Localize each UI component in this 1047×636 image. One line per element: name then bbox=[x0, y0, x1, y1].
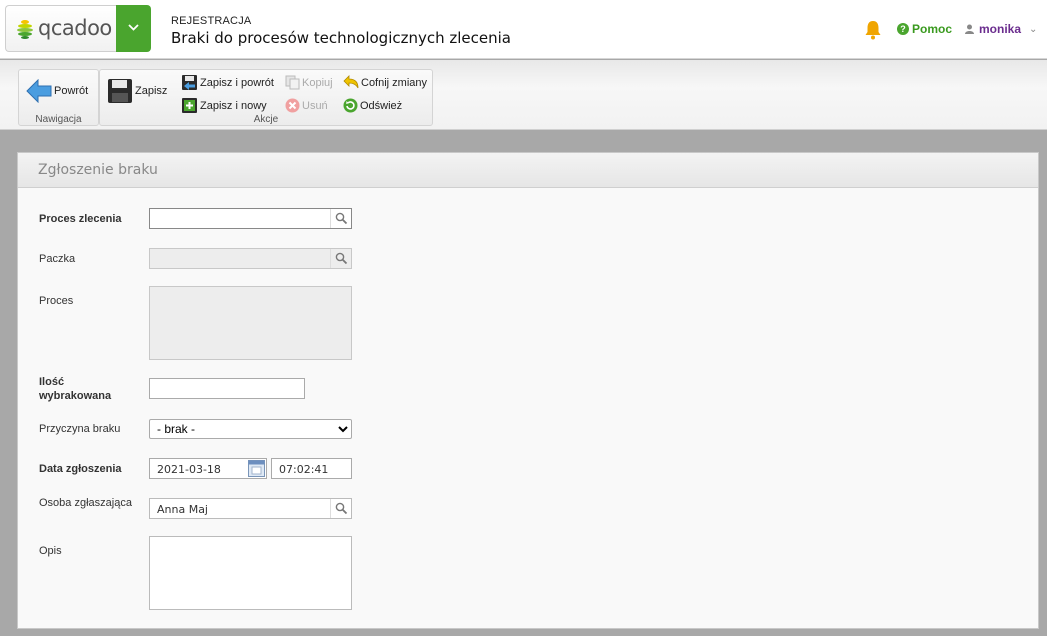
save-and-new-label: Zapisz i nowy bbox=[200, 99, 267, 112]
process-order-lookup[interactable] bbox=[149, 208, 352, 229]
package-label: Paczka bbox=[39, 253, 76, 265]
save-and-back-button[interactable]: Zapisz i powrót bbox=[182, 75, 274, 90]
description-label: Opis bbox=[39, 545, 62, 557]
help-link[interactable]: ? Pomoc bbox=[897, 22, 952, 36]
save-back-icon bbox=[182, 75, 197, 90]
user-icon bbox=[965, 24, 974, 34]
user-menu[interactable]: monika ⌄ bbox=[965, 22, 1037, 36]
calendar-button[interactable] bbox=[248, 460, 265, 477]
search-icon bbox=[335, 212, 348, 225]
page-title: Braki do procesów technologicznych zlece… bbox=[171, 29, 511, 47]
reporter-label: Osoba zgłaszająca bbox=[39, 497, 132, 509]
reporter-value: Anna Maj bbox=[157, 503, 208, 516]
copy-button[interactable]: Kopiuj bbox=[285, 75, 333, 90]
process-order-label: Proces zlecenia bbox=[39, 213, 122, 225]
user-name: monika bbox=[979, 22, 1022, 36]
delete-button[interactable]: Usuń bbox=[285, 98, 328, 113]
quantity-label-line2: wybrakowana bbox=[39, 390, 112, 402]
search-icon bbox=[335, 502, 348, 515]
quantity-label: Ilość wybrakowana bbox=[39, 375, 111, 403]
chevron-down-icon: ⌄ bbox=[1029, 23, 1038, 35]
undo-changes-label: Cofnij zmiany bbox=[361, 76, 428, 89]
ribbon-toolbar: Powrót Nawigacja Zapisz Zapisz i powrót bbox=[0, 60, 1047, 130]
main-menu-button[interactable] bbox=[116, 5, 151, 52]
save-new-icon bbox=[182, 98, 197, 113]
report-time-input[interactable]: 07:02:41 bbox=[271, 458, 352, 479]
process-textarea bbox=[149, 286, 352, 360]
report-date-input[interactable]: 2021-03-18 bbox=[149, 458, 267, 479]
save-button[interactable]: Zapisz bbox=[107, 78, 167, 104]
search-icon bbox=[335, 252, 348, 265]
delete-icon bbox=[285, 98, 300, 113]
form-panel: Zgłoszenie braku Proces zlecenia Paczka … bbox=[17, 152, 1039, 629]
save-and-new-button[interactable]: Zapisz i nowy bbox=[182, 98, 267, 113]
back-label: Powrót bbox=[54, 85, 89, 97]
save-and-back-label: Zapisz i powrót bbox=[200, 76, 274, 89]
copy-icon bbox=[285, 75, 300, 90]
ribbon-group-actions: Zapisz Zapisz i powrót Zapisz i nowy Kop… bbox=[99, 69, 433, 126]
reason-select[interactable]: - brak - bbox=[149, 419, 352, 439]
undo-icon bbox=[343, 75, 359, 89]
quantity-label-line1: Ilość bbox=[39, 376, 65, 388]
process-label: Proces bbox=[39, 295, 74, 307]
form-title: Zgłoszenie braku bbox=[18, 153, 1038, 188]
save-label: Zapisz bbox=[135, 85, 168, 97]
refresh-icon bbox=[343, 98, 358, 113]
report-time-value: 07:02:41 bbox=[279, 463, 329, 476]
app-header: qcadoo REJESTRACJA Braki do procesów tec… bbox=[0, 0, 1047, 59]
delete-label: Usuń bbox=[302, 99, 328, 112]
reporter-search-button[interactable] bbox=[330, 499, 351, 518]
logo-text: qcadoo bbox=[38, 16, 112, 40]
help-label: Pomoc bbox=[912, 22, 953, 36]
copy-label: Kopiuj bbox=[302, 76, 333, 89]
quantity-input[interactable] bbox=[149, 378, 305, 399]
undo-changes-button[interactable]: Cofnij zmiany bbox=[343, 75, 427, 90]
group-label-actions: Akcje bbox=[253, 114, 279, 125]
logo[interactable]: qcadoo bbox=[5, 5, 116, 52]
breadcrumb-section: REJESTRACJA bbox=[171, 15, 252, 27]
ribbon-group-navigation: Powrót Nawigacja bbox=[18, 69, 99, 126]
package-search-button bbox=[330, 249, 351, 268]
process-order-search-button[interactable] bbox=[330, 209, 351, 228]
refresh-button[interactable]: Odśwież bbox=[343, 98, 402, 113]
package-lookup bbox=[149, 248, 352, 269]
bell-icon[interactable] bbox=[864, 20, 882, 40]
description-textarea[interactable] bbox=[149, 536, 352, 610]
reason-label: Przyczyna braku bbox=[39, 423, 121, 435]
calendar-icon bbox=[248, 460, 265, 477]
help-icon: ? bbox=[897, 23, 909, 35]
back-button[interactable]: Powrót bbox=[26, 79, 88, 103]
refresh-label: Odśwież bbox=[360, 99, 403, 112]
group-label-navigation: Nawigacja bbox=[35, 114, 82, 125]
chevron-down-icon bbox=[128, 24, 139, 31]
report-date-value: 2021-03-18 bbox=[157, 463, 221, 476]
report-date-label: Data zgłoszenia bbox=[39, 463, 122, 475]
arrow-left-icon bbox=[26, 79, 52, 103]
reporter-lookup[interactable]: Anna Maj bbox=[149, 498, 352, 519]
qcadoo-logo-icon bbox=[17, 20, 33, 39]
floppy-disk-icon bbox=[108, 79, 132, 103]
